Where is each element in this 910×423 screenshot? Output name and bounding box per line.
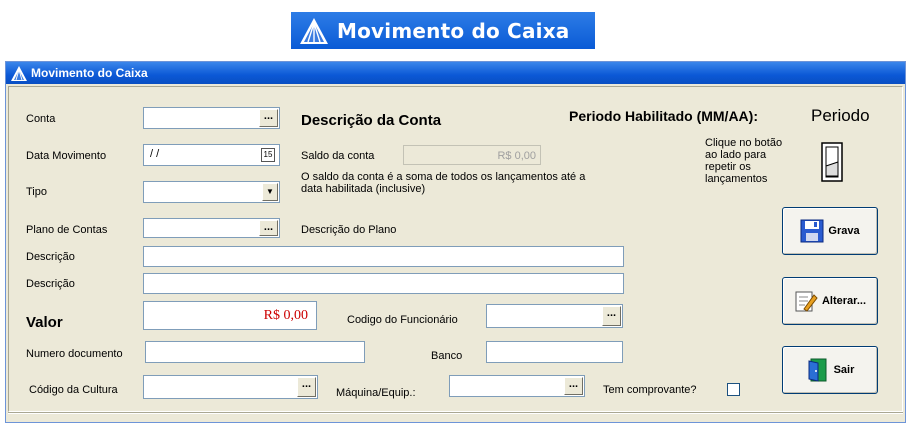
saldo-field: R$ 0,00 (403, 145, 541, 165)
app-banner: Movimento do Caixa (291, 12, 595, 49)
periodo-label: Periodo Habilitado (MM/AA): (569, 108, 758, 124)
saldo-label: Saldo da conta (301, 150, 375, 162)
grava-label: Grava (828, 225, 860, 237)
window-titlebar: Movimento do Caixa (6, 62, 905, 84)
plano-label: Plano de Contas (26, 224, 108, 236)
tipo-select[interactable]: ▼ (143, 181, 280, 203)
descricao1-input[interactable] (143, 246, 624, 267)
descricao1-label: Descrição (26, 251, 75, 263)
alterar-label: Alterar... (821, 295, 867, 307)
maquina-label: Máquina/Equip.: (336, 387, 416, 399)
window-title: Movimento do Caixa (31, 66, 148, 80)
app-logo-icon (300, 17, 328, 44)
saldo-note: O saldo da conta é a soma de todos os la… (301, 171, 586, 195)
banco-input[interactable] (486, 341, 623, 363)
form-panel: Conta ... Descrição da Conta Periodo Hab… (8, 86, 903, 412)
maquina-field[interactable]: ... (449, 375, 585, 397)
window-logo-icon (11, 65, 27, 81)
calendar-icon[interactable]: 15 (261, 148, 275, 162)
periodo-value: Periodo (811, 106, 870, 125)
comprovante-label: Tem comprovante? (603, 384, 697, 396)
exit-door-icon (808, 358, 827, 382)
grava-button[interactable]: Grava (782, 207, 878, 255)
sair-label: Sair (833, 364, 855, 376)
repeat-switch-icon[interactable] (821, 142, 843, 182)
tipo-label: Tipo (26, 186, 47, 198)
descricao-plano-label: Descrição do Plano (301, 224, 397, 236)
banco-label: Banco (431, 350, 463, 362)
codigo-cultura-lookup-button[interactable]: ... (297, 377, 316, 397)
valor-label: Valor (26, 314, 63, 331)
valor-input[interactable]: R$ 0,00 (143, 301, 317, 330)
plano-lookup-button[interactable]: ... (259, 220, 278, 236)
descricao2-label: Descrição (26, 278, 75, 290)
descricao2-input[interactable] (143, 273, 624, 294)
conta-field[interactable]: ... (143, 107, 280, 129)
codigo-funcionario-field[interactable]: ... (486, 304, 623, 328)
numero-documento-label: Numero documento (26, 348, 123, 360)
alterar-button[interactable]: Alterar... (782, 277, 878, 325)
codigo-cultura-label: Código da Cultura (29, 384, 118, 396)
chevron-down-icon[interactable]: ▼ (262, 183, 278, 201)
data-movimento-label: Data Movimento (26, 150, 107, 162)
main-window: Movimento do Caixa Conta ... Descrição d… (5, 61, 906, 423)
plano-field[interactable]: ... (143, 218, 280, 238)
save-icon (800, 219, 824, 243)
valor-value: R$ 0,00 (263, 308, 308, 323)
data-movimento-value: / / (150, 148, 160, 160)
banner-title: Movimento do Caixa (337, 18, 570, 43)
data-movimento-field[interactable]: / / 15 (143, 144, 280, 166)
conta-lookup-button[interactable]: ... (259, 109, 278, 127)
conta-label: Conta (26, 113, 56, 125)
edit-icon (795, 291, 818, 312)
comprovante-checkbox[interactable] (727, 383, 740, 396)
numero-documento-input[interactable] (145, 341, 365, 363)
codigo-funcionario-label: Codigo do Funcionário (347, 314, 458, 326)
codigo-funcionario-lookup-button[interactable]: ... (602, 306, 621, 326)
repeat-hint: Clique no botão ao lado para repetir os … (705, 137, 783, 185)
maquina-lookup-button[interactable]: ... (564, 377, 583, 395)
descricao-conta-heading: Descrição da Conta (301, 112, 442, 129)
codigo-cultura-field[interactable]: ... (143, 375, 318, 399)
bottom-divider (8, 412, 903, 414)
sair-button[interactable]: Sair (782, 346, 878, 394)
